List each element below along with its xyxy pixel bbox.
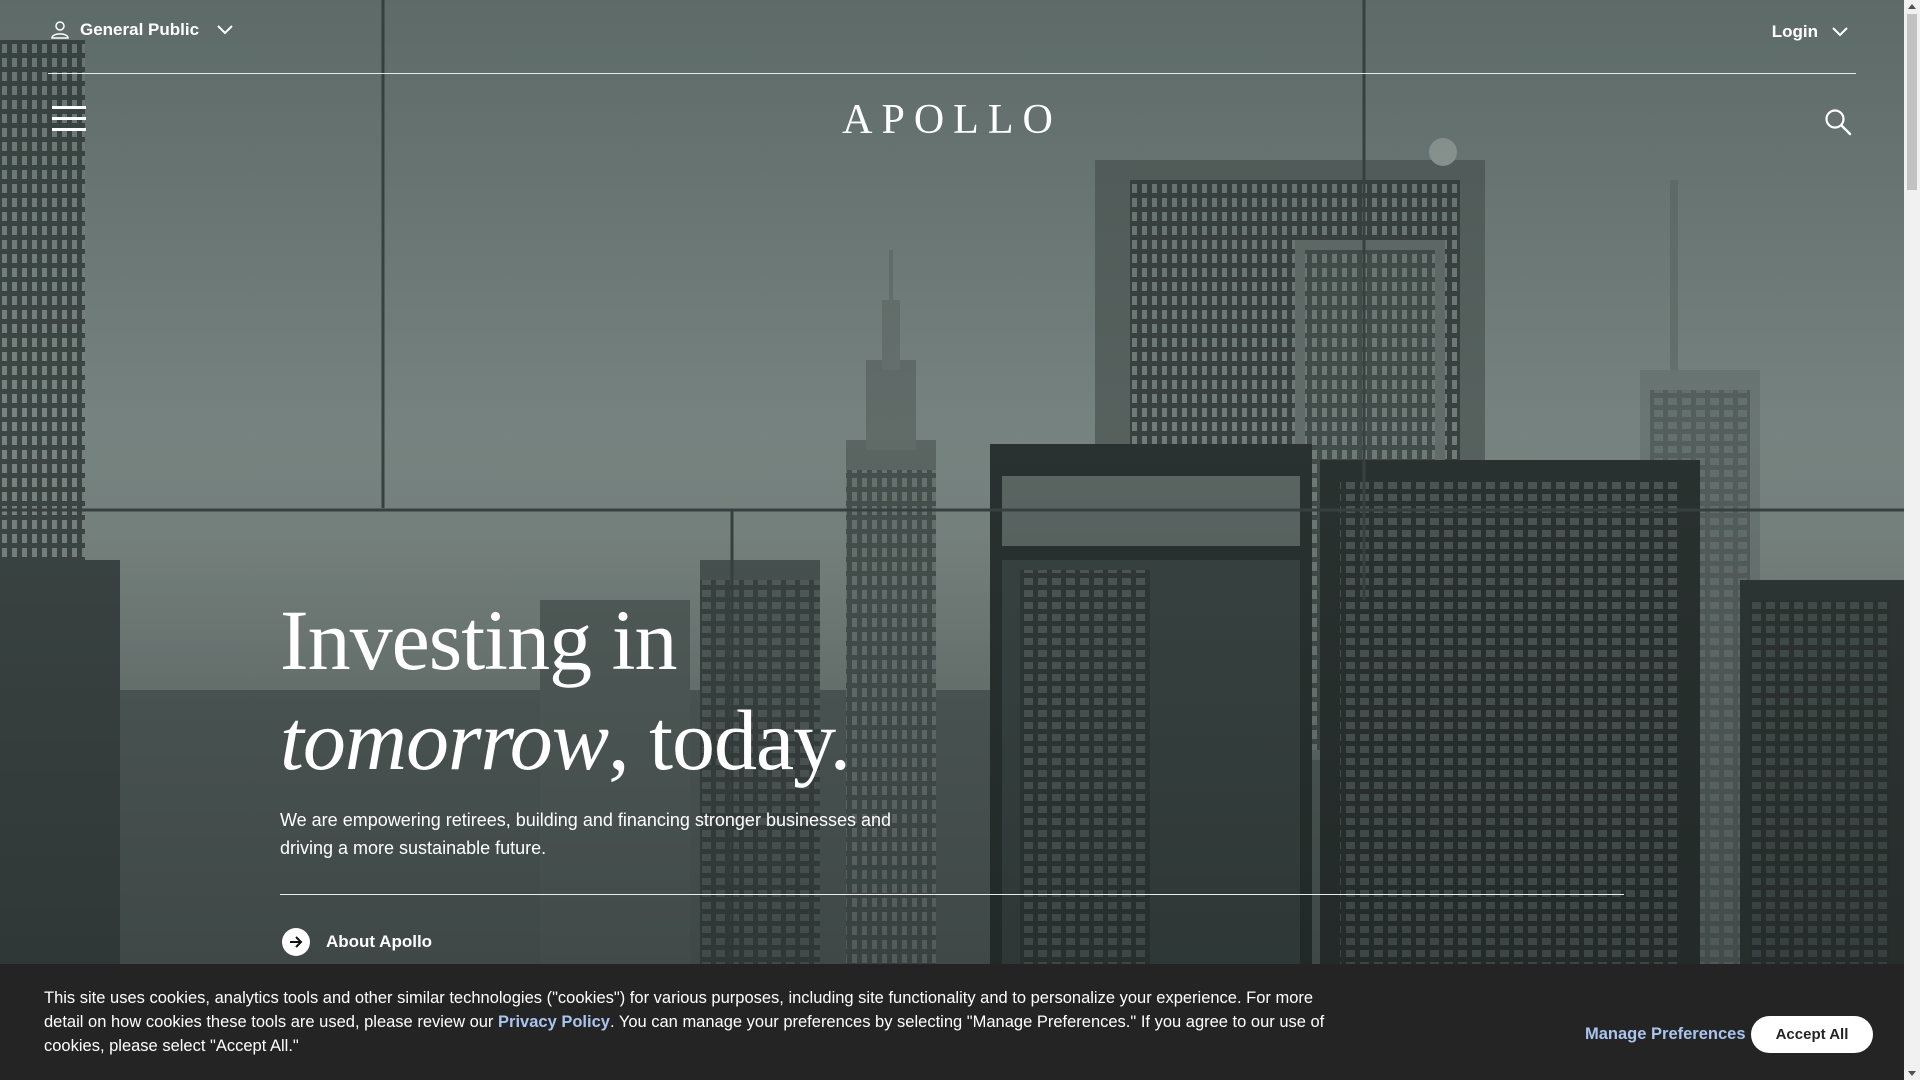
login-label: Login [1771,22,1818,41]
hero-title-line2: tomorrow, today. [280,692,851,788]
login-menu-button[interactable]: Login [1772,22,1848,42]
page-scrollbar[interactable] [1904,0,1920,1080]
search-icon[interactable] [1824,108,1852,136]
hero-title-rest: , today. [608,692,851,788]
scroll-down-icon[interactable] [1908,1071,1916,1076]
site-logo[interactable]: APOLLO [0,96,1904,144]
about-apollo-link[interactable]: About Apollo [282,928,432,956]
hero-title: Investing in tomorrow, today. [280,590,851,790]
background-tint-overlay [0,0,1904,1080]
about-apollo-label: About Apollo [326,932,433,951]
cookie-banner: This site uses cookies, analytics tools … [0,964,1904,1080]
audience-selector[interactable]: General Public [50,20,233,40]
hero-title-line1: Investing in [280,592,677,688]
user-icon [51,21,69,39]
hero-divider [280,894,1624,895]
privacy-policy-link[interactable]: Privacy Policy [498,1013,610,1031]
chevron-down-icon [217,25,233,35]
scrollbar-thumb[interactable] [1907,14,1917,190]
scroll-up-icon[interactable] [1908,4,1916,9]
hero-subtitle: We are empowering retirees, building and… [280,810,892,858]
accept-all-button[interactable]: Accept All [1751,1016,1873,1053]
hero-background-cityscape [0,0,1904,1080]
chevron-down-icon [1832,27,1848,37]
utility-bar: General Public Login [48,0,1856,74]
audience-label: General Public [80,20,200,39]
arrow-right-circle-icon [282,928,310,956]
manage-preferences-button[interactable]: Manage Preferences [1585,1025,1746,1044]
hero-title-italic: tomorrow [280,692,609,788]
cookie-notice-text: This site uses cookies, analytics tools … [44,986,1344,1058]
